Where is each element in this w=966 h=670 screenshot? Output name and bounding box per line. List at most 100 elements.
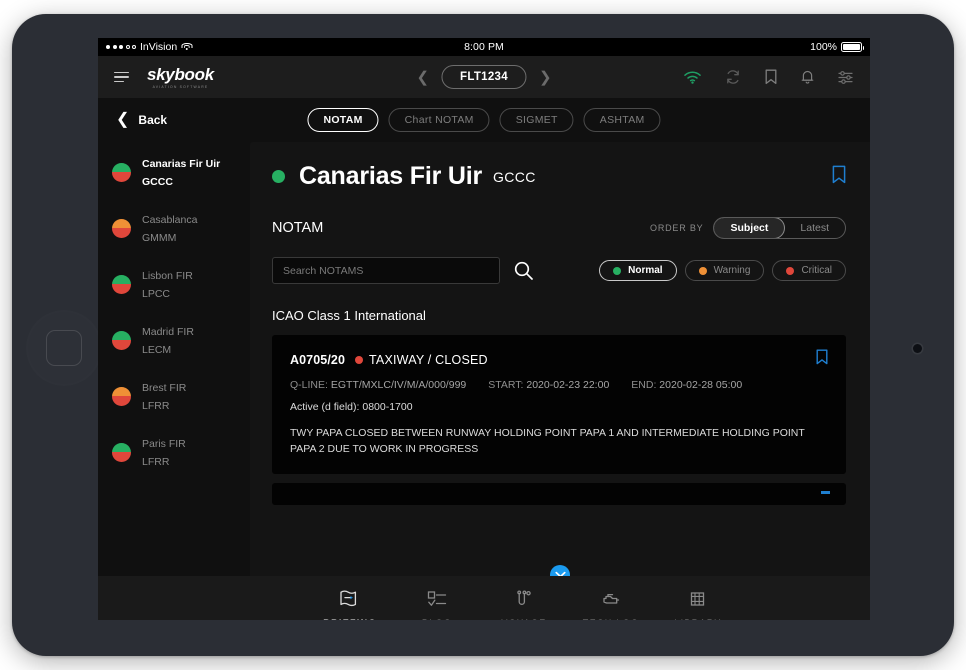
fir-status-dot-icon	[272, 170, 285, 183]
next-flight-icon[interactable]: ❯	[539, 70, 552, 85]
notam-qline-label: Q-LINE:	[290, 379, 328, 391]
bookmark-icon[interactable]	[765, 69, 777, 85]
nav-item-tech-log[interactable]: TECH LOG	[569, 589, 653, 620]
order-option-latest[interactable]: Latest	[784, 218, 845, 238]
notam-start-value: 2020-02-23 22:00	[526, 379, 610, 391]
bookmark-icon[interactable]	[816, 349, 828, 370]
notam-severity-dot-icon	[355, 355, 364, 364]
sidebar-item-text: Paris FIR LFRR	[142, 434, 186, 470]
sidebar-item-text: Lisbon FIR LPCC	[142, 266, 193, 302]
status-split-dot-icon	[112, 386, 131, 406]
sidebar-item-casablanca[interactable]: Casablanca GMMM	[112, 210, 250, 246]
scroll-down-button[interactable]	[550, 565, 570, 576]
sidebar-item-lisbon-fir[interactable]: Lisbon FIR LPCC	[112, 266, 250, 302]
sidebar-item-name: Brest FIR	[142, 382, 187, 394]
notam-end-value: 2020-02-28 05:00	[659, 379, 743, 391]
tab-chart-notam[interactable]: Chart NOTAM	[388, 108, 490, 132]
search-input[interactable]	[272, 257, 500, 284]
nav-label: LIBRARY	[674, 618, 721, 620]
sidebar-item-madrid-fir[interactable]: Madrid FIR LECM	[112, 322, 250, 358]
page-title: Canarias Fir Uir	[299, 162, 482, 190]
notam-card[interactable]: A0705/20 TAXIWAY / CLOSED Q-LINE: EGTT/M…	[272, 335, 846, 474]
status-split-dot-icon	[112, 162, 131, 182]
sidebar-item-canarias-fir-uir[interactable]: Canarias Fir Uir GCCC	[112, 154, 250, 190]
notam-qline-value: EGTT/MXLC/IV/M/A/000/999	[330, 379, 467, 391]
wifi-status-icon	[181, 42, 193, 52]
search-icon[interactable]	[514, 261, 533, 280]
status-bar-time: 8:00 PM	[464, 41, 504, 53]
front-camera	[913, 344, 922, 353]
sidebar-item-code: GCCC	[142, 176, 173, 188]
notam-body-text: TWY PAPA CLOSED BETWEEN RUNWAY HOLDING P…	[290, 427, 805, 456]
notam-subject: TAXIWAY / CLOSED	[369, 352, 488, 367]
tab-ashtam[interactable]: ASHTAM	[583, 108, 661, 132]
nav-label: BRIEFING	[323, 618, 376, 620]
battery-percent-label: 100%	[810, 41, 837, 53]
body-split: Canarias Fir Uir GCCC Casablanca GMMM Li…	[98, 142, 870, 576]
status-split-dot-icon	[112, 442, 131, 462]
notam-class-heading: ICAO Class 1 International	[272, 308, 426, 323]
signal-strength-icon	[106, 45, 136, 49]
back-button-label: Back	[138, 113, 168, 127]
nav-item-plog[interactable]: PLOG	[395, 589, 479, 620]
flight-selector: ❮ FLT1234 ❯	[416, 65, 552, 89]
flight-number-button[interactable]: FLT1234	[441, 65, 527, 89]
wifi-icon[interactable]	[684, 71, 701, 84]
bell-icon[interactable]	[801, 69, 814, 85]
sidebar-item-code: LFRR	[142, 456, 170, 468]
severity-chip-warning[interactable]: Warning	[684, 260, 765, 281]
engine-icon	[603, 593, 620, 604]
compass-icon	[517, 590, 531, 605]
nav-item-briefing[interactable]: BRIEFING	[308, 589, 392, 620]
nav-item-voyage[interactable]: VOYAGE	[482, 589, 566, 620]
sidebar-item-paris-fir[interactable]: Paris FIR LFRR	[112, 434, 250, 470]
status-split-dot-icon	[112, 274, 131, 294]
bottom-navigation: BRIEFING PLOG VOYAGE	[98, 576, 870, 620]
sidebar-item-code: LPCC	[142, 288, 171, 300]
notam-meta-row: Q-LINE: EGTT/MXLC/IV/M/A/000/999 START: …	[290, 379, 828, 391]
tab-sigmet[interactable]: SIGMET	[499, 108, 574, 132]
bookmark-icon[interactable]	[832, 165, 846, 189]
sidebar-item-text: Casablanca GMMM	[142, 210, 197, 246]
notam-id: A0705/20	[290, 352, 346, 367]
back-button[interactable]: ❮ Back	[116, 112, 167, 128]
map-icon	[340, 590, 357, 607]
severity-chip-normal[interactable]: Normal	[599, 260, 677, 281]
tab-notam[interactable]: NOTAM	[307, 108, 379, 132]
app-header: skybook AVIATION SOFTWARE ❮ FLT1234 ❯	[98, 56, 870, 98]
prev-flight-icon[interactable]: ❮	[416, 70, 429, 85]
sidebar-item-name: Casablanca	[142, 214, 198, 226]
severity-chip-critical[interactable]: Critical	[772, 260, 846, 281]
severity-chip-label: Normal	[628, 265, 663, 276]
sidebar-item-brest-fir[interactable]: Brest FIR LFRR	[112, 378, 250, 414]
sidebar-item-code: LFRR	[142, 400, 170, 412]
order-option-subject[interactable]: Subject	[714, 218, 785, 238]
nav-item-library[interactable]: LIBRARY	[656, 589, 740, 620]
severity-chip-label: Critical	[801, 265, 832, 276]
notam-main-panel: Canarias Fir Uir GCCC NOTAM ORDER BY Sub…	[250, 142, 870, 576]
sidebar-item-name: Madrid FIR	[142, 326, 194, 338]
sidebar-item-name: Canarias Fir Uir	[142, 158, 221, 170]
notam-card-partial[interactable]	[272, 482, 846, 505]
severity-dot-icon	[698, 266, 707, 275]
battery-icon	[841, 42, 864, 52]
checklist-icon	[427, 591, 447, 606]
brand-name: skybook	[147, 64, 214, 84]
sidebar-item-text: Madrid FIR LECM	[142, 322, 194, 358]
search-and-filter-row: Normal Warning Critical	[272, 257, 846, 284]
order-by-label: ORDER BY	[650, 223, 704, 233]
app-screen: InVision 8:00 PM 100% skybook AVIATION S…	[98, 38, 870, 620]
sidebar-item-name: Lisbon FIR	[142, 270, 193, 282]
status-split-dot-icon	[112, 218, 131, 238]
severity-chip-label: Warning	[713, 265, 751, 276]
sidebar-item-name: Paris FIR	[142, 438, 186, 450]
hamburger-menu-icon[interactable]	[114, 71, 129, 83]
sidebar-item-text: Canarias Fir Uir GCCC	[142, 154, 220, 190]
settings-sliders-icon[interactable]	[838, 70, 854, 85]
fir-sidebar: Canarias Fir Uir GCCC Casablanca GMMM Li…	[98, 142, 250, 576]
notam-end-label: END:	[631, 379, 657, 391]
severity-dot-icon	[613, 266, 622, 275]
home-button[interactable]	[46, 330, 82, 366]
nav-label: PLOG	[422, 618, 452, 620]
sync-icon[interactable]	[725, 69, 741, 85]
